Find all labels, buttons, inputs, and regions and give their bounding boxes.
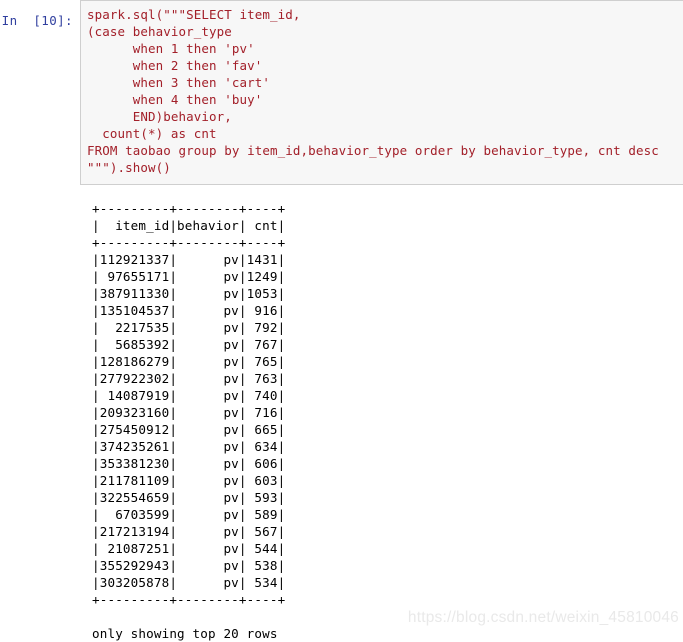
output-area: +---------+--------+----+ | item_id|beha… (80, 200, 683, 642)
notebook-cell: In [10]: spark.sql("""SELECT item_id, (c… (0, 0, 683, 642)
csdn-watermark: https://blog.csdn.net/weixin_45810046 (407, 609, 679, 626)
spark-dataframe-table: +---------+--------+----+ | item_id|beha… (92, 201, 286, 641)
input-prompt-label: In [10]: (1, 13, 73, 28)
code-input-area[interactable]: spark.sql("""SELECT item_id, (case behav… (80, 0, 683, 185)
output-cell-row: +---------+--------+----+ | item_id|beha… (0, 200, 683, 642)
input-cell-row: In [10]: spark.sql("""SELECT item_id, (c… (0, 0, 683, 185)
code-source[interactable]: spark.sql("""SELECT item_id, (case behav… (87, 6, 679, 176)
